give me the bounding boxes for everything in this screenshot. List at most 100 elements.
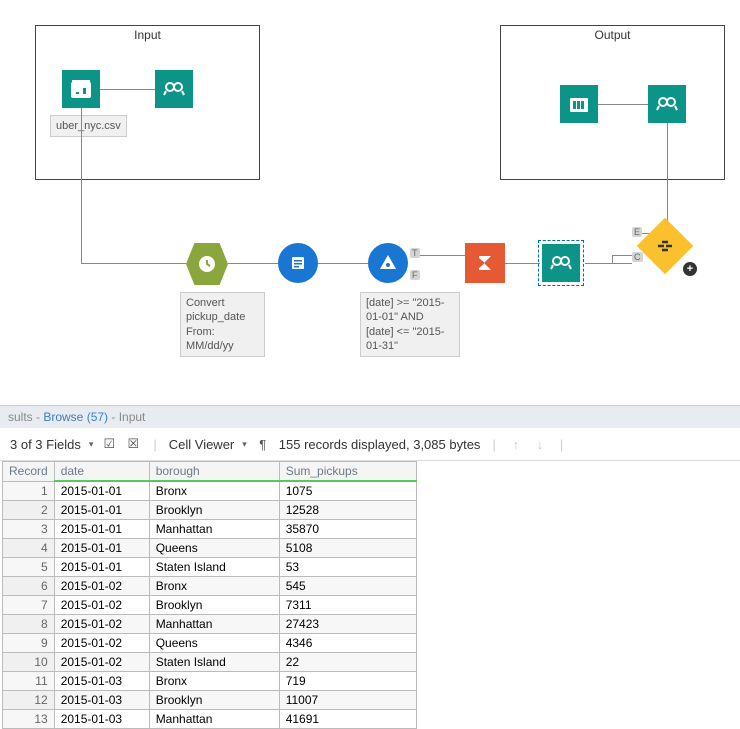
table-cell[interactable]: 2015-01-02 [54,615,149,634]
table-cell[interactable]: 12528 [279,501,416,520]
table-row[interactable]: 12015-01-01Bronx1075 [3,481,417,501]
table-cell[interactable]: 2015-01-01 [54,520,149,539]
table-cell[interactable]: 2015-01-03 [54,691,149,710]
table-cell[interactable]: 2015-01-01 [54,558,149,577]
plus-badge-icon[interactable]: + [683,262,697,276]
table-cell[interactable]: 5108 [279,539,416,558]
table-cell[interactable]: 4 [3,539,55,558]
table-row[interactable]: 32015-01-01Manhattan35870 [3,520,417,539]
table-cell[interactable]: 7 [3,596,55,615]
dropdown-arrow-icon[interactable]: ▾ [242,439,247,450]
table-cell[interactable]: 2015-01-03 [54,672,149,691]
table-cell[interactable]: Staten Island [149,653,279,672]
workflow-canvas[interactable]: Input uber_nyc.csv Output Convert pickup… [0,0,740,405]
table-cell[interactable]: 2015-01-01 [54,501,149,520]
table-cell[interactable]: 22 [279,653,416,672]
table-cell[interactable]: 2015-01-03 [54,710,149,729]
table-cell[interactable]: 2015-01-02 [54,634,149,653]
check-icon[interactable]: ☑ [101,436,117,452]
table-cell[interactable]: Brooklyn [149,501,279,520]
arrow-up-icon[interactable]: ↑ [508,436,524,452]
table-cell[interactable]: Manhattan [149,710,279,729]
results-suffix: - Input [108,410,145,424]
browse-tool-output[interactable] [648,85,686,123]
table-cell[interactable]: 4346 [279,634,416,653]
table-cell[interactable]: 53 [279,558,416,577]
table-cell[interactable]: 1 [3,481,55,501]
filter-tool[interactable] [368,243,408,283]
datetime-tool[interactable] [186,243,228,285]
table-cell[interactable]: 1075 [279,481,416,501]
table-cell[interactable]: Brooklyn [149,596,279,615]
wire [81,263,186,264]
table-cell[interactable]: 5 [3,558,55,577]
wire [420,255,465,256]
table-cell[interactable]: 8 [3,615,55,634]
browse-link[interactable]: Browse (57) [43,410,108,424]
field-count[interactable]: 3 of 3 Fields [10,437,81,452]
cell-viewer-label[interactable]: Cell Viewer [169,437,235,452]
table-row[interactable]: 122015-01-03Brooklyn11007 [3,691,417,710]
table-cell[interactable]: 6 [3,577,55,596]
pilcrow-icon[interactable]: ¶ [255,436,271,452]
summarize-tool[interactable] [465,243,505,283]
table-row[interactable]: 92015-01-02Queens4346 [3,634,417,653]
table-cell[interactable]: 41691 [279,710,416,729]
table-cell[interactable]: 2015-01-02 [54,596,149,615]
output-container[interactable]: Output [500,25,725,180]
table-cell[interactable]: 3 [3,520,55,539]
table-cell[interactable]: Bronx [149,577,279,596]
column-header[interactable]: Record [3,462,55,482]
table-cell[interactable]: 545 [279,577,416,596]
x-icon[interactable]: ☒ [125,436,141,452]
table-cell[interactable]: 12 [3,691,55,710]
table-cell[interactable]: 2 [3,501,55,520]
input-data-tool[interactable] [62,70,100,108]
table-cell[interactable]: Brooklyn [149,691,279,710]
table-cell[interactable]: 11007 [279,691,416,710]
arrow-down-icon[interactable]: ↓ [532,436,548,452]
browse-tool-selected[interactable] [542,244,580,282]
table-cell[interactable]: 27423 [279,615,416,634]
table-row[interactable]: 132015-01-03Manhattan41691 [3,710,417,729]
table-cell[interactable]: Bronx [149,672,279,691]
table-cell[interactable]: Queens [149,634,279,653]
results-table[interactable]: RecorddateboroughSum_pickups 12015-01-01… [2,461,417,729]
wire [585,263,632,264]
table-cell[interactable]: 2015-01-02 [54,577,149,596]
column-header[interactable]: Sum_pickups [279,462,416,482]
column-header[interactable]: date [54,462,149,482]
table-cell[interactable]: Queens [149,539,279,558]
table-row[interactable]: 42015-01-01Queens5108 [3,539,417,558]
port-false: F [410,270,420,280]
select-tool[interactable] [278,243,318,283]
browse-tool-input[interactable] [155,70,193,108]
table-cell[interactable]: 10 [3,653,55,672]
table-cell[interactable]: 719 [279,672,416,691]
table-cell[interactable]: Staten Island [149,558,279,577]
table-cell[interactable]: 2015-01-01 [54,481,149,501]
table-cell[interactable]: 7311 [279,596,416,615]
results-toolbar: 3 of 3 Fields ▾ ☑ ☒ | Cell Viewer ▾ ¶ 15… [0,428,740,461]
table-cell[interactable]: 13 [3,710,55,729]
table-row[interactable]: 72015-01-02Brooklyn7311 [3,596,417,615]
table-cell[interactable]: Manhattan [149,615,279,634]
table-row[interactable]: 102015-01-02Staten Island22 [3,653,417,672]
table-cell[interactable]: 9 [3,634,55,653]
table-row[interactable]: 62015-01-02Bronx545 [3,577,417,596]
table-cell[interactable]: Bronx [149,481,279,501]
dropdown-arrow-icon[interactable]: ▾ [89,439,94,450]
table-row[interactable]: 52015-01-01Staten Island53 [3,558,417,577]
table-row[interactable]: 112015-01-03Bronx719 [3,672,417,691]
column-header[interactable]: borough [149,462,279,482]
output-title: Output [501,26,724,44]
table-cell[interactable]: 2015-01-02 [54,653,149,672]
table-cell[interactable]: 35870 [279,520,416,539]
record-info: 155 records displayed, 3,085 bytes [279,437,481,452]
table-cell[interactable]: Manhattan [149,520,279,539]
table-cell[interactable]: 2015-01-01 [54,539,149,558]
table-row[interactable]: 82015-01-02Manhattan27423 [3,615,417,634]
table-cell[interactable]: 11 [3,672,55,691]
table-row[interactable]: 22015-01-01Brooklyn12528 [3,501,417,520]
output-data-tool[interactable] [560,85,598,123]
